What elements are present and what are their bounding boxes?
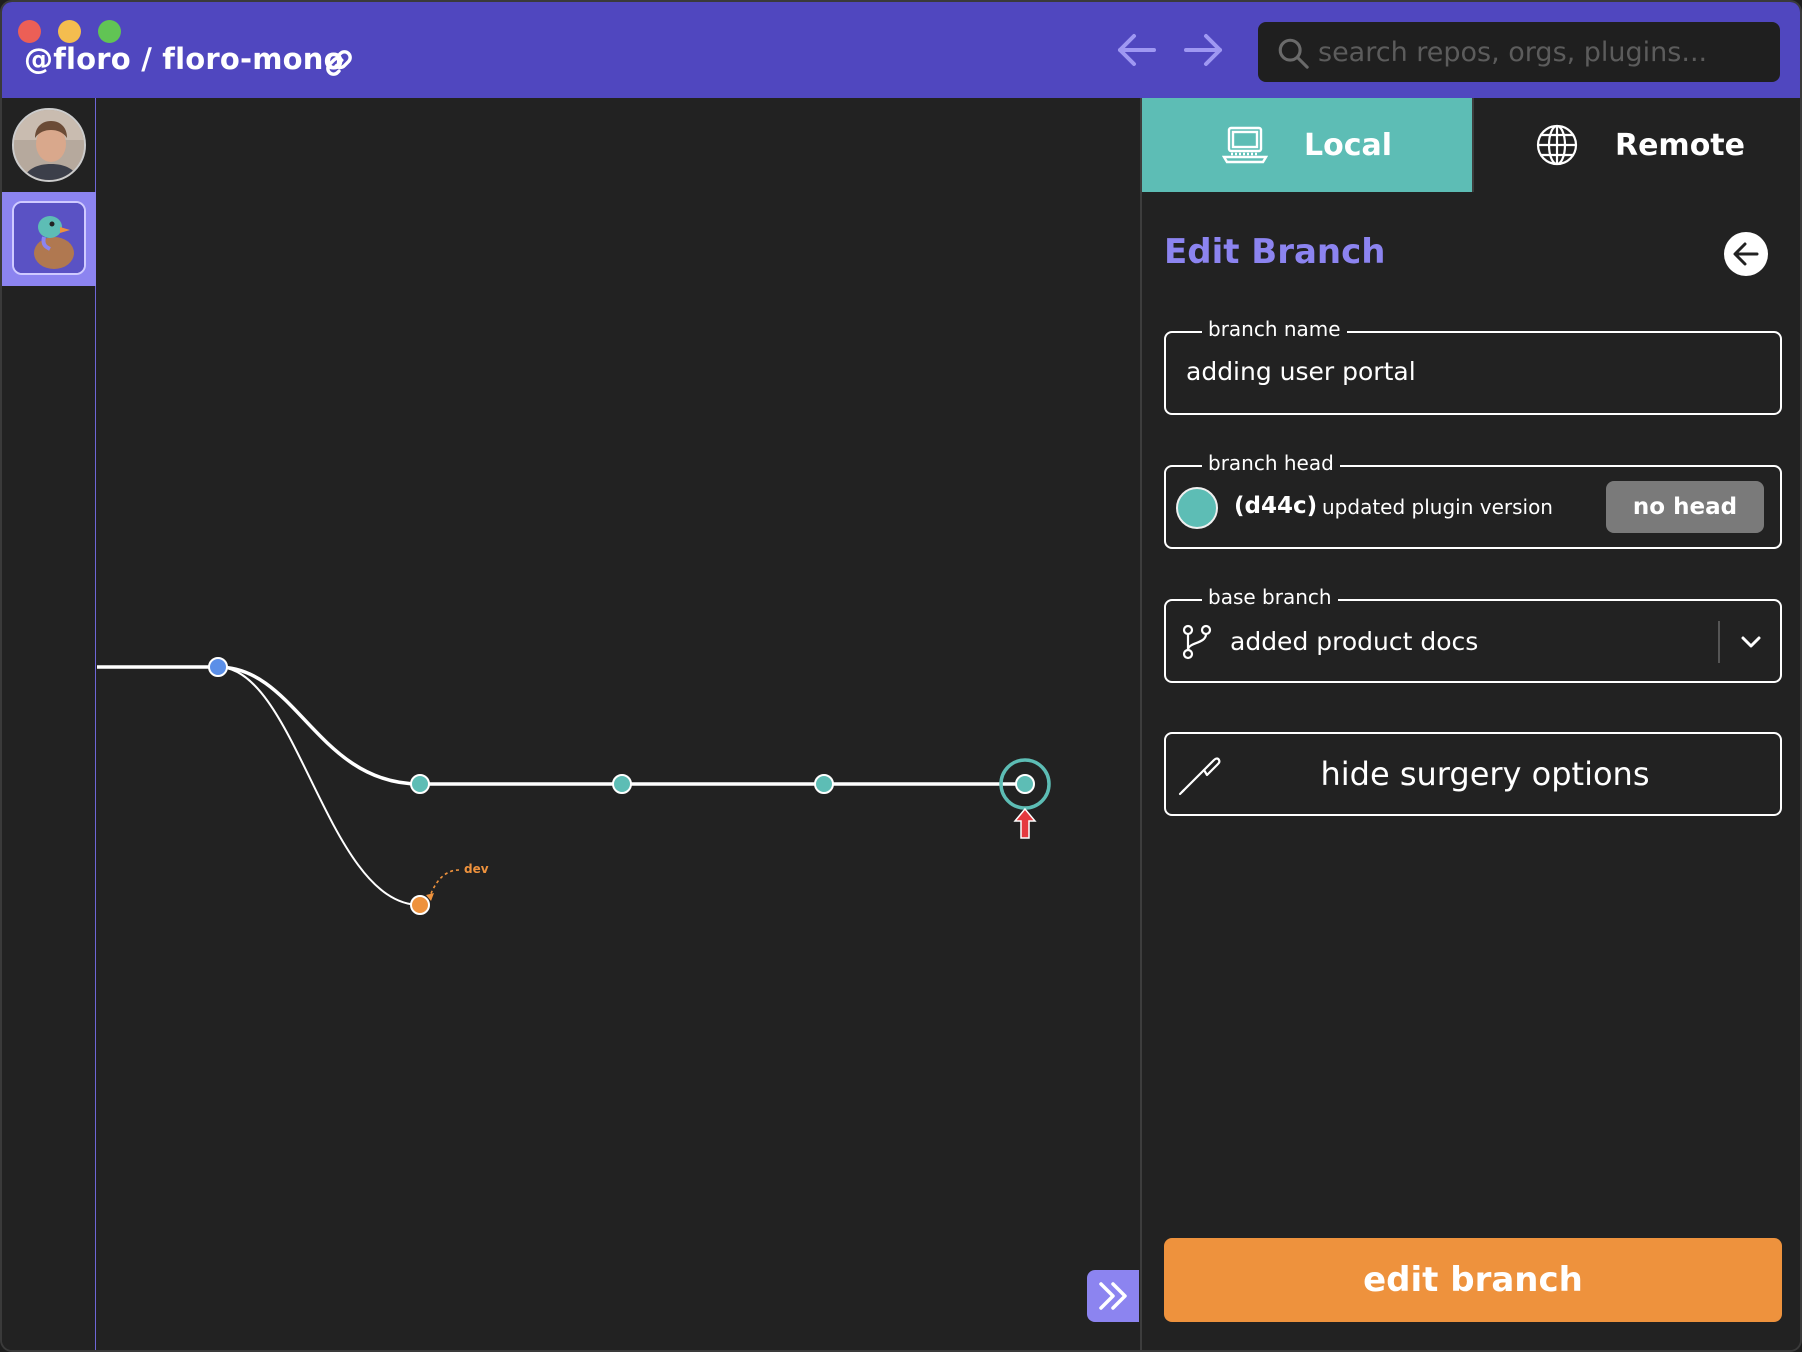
app-window: @floro / floro-mono search repos, orgs, … <box>0 0 1802 1352</box>
arrow-left-icon <box>1733 242 1759 266</box>
repo-nav-item[interactable] <box>2 192 96 286</box>
left-nav <box>2 98 96 1350</box>
user-avatar[interactable] <box>12 108 86 182</box>
globe-icon <box>1536 124 1578 166</box>
base-branch-value: added product docs <box>1230 627 1479 656</box>
graph-edge <box>217 665 421 786</box>
head-commit-message: updated plugin version <box>1322 495 1553 519</box>
double-chevron-right-icon <box>1099 1282 1127 1310</box>
panel-title: Edit Branch <box>1164 232 1386 272</box>
graph-edge <box>217 666 421 906</box>
base-branch-label: base branch <box>1202 585 1338 609</box>
commit-node[interactable] <box>208 657 228 677</box>
location-tabs: Local Remote <box>1142 98 1800 192</box>
minimize-window-button[interactable] <box>58 20 81 43</box>
head-commit-sha: (d44c) <box>1234 493 1318 519</box>
head-arrow-icon <box>1013 807 1037 839</box>
title-bar: @floro / floro-mono <box>2 2 1800 98</box>
duck-logo-icon <box>12 201 86 275</box>
back-arrow-icon[interactable] <box>1114 30 1158 70</box>
tab-local[interactable]: Local <box>1142 98 1472 192</box>
commit-graph[interactable]: dev <box>97 98 1139 1350</box>
zoom-window-button[interactable] <box>98 20 121 43</box>
commit-node-dev[interactable] <box>410 895 430 915</box>
repo-title[interactable]: @floro / floro-mono <box>24 42 344 76</box>
chevron-down-icon[interactable] <box>1736 627 1766 657</box>
branch-name-field[interactable]: branch name adding user portal <box>1164 317 1782 415</box>
commit-node-current[interactable] <box>1015 774 1035 794</box>
tab-remote-label: Remote <box>1614 127 1745 163</box>
search-input[interactable] <box>1318 30 1758 74</box>
select-divider <box>1718 621 1720 663</box>
close-window-button[interactable] <box>18 20 41 43</box>
commit-dot-icon <box>1176 487 1218 529</box>
surgery-options-button[interactable]: hide surgery options <box>1164 732 1782 816</box>
edit-branch-button[interactable]: edit branch <box>1164 1238 1782 1322</box>
search-icon <box>1278 38 1309 69</box>
commit-node[interactable] <box>410 774 430 794</box>
expand-panel-button[interactable] <box>1087 1270 1139 1322</box>
base-branch-select[interactable]: base branch added product docs <box>1164 585 1782 683</box>
branch-name-value[interactable]: adding user portal <box>1186 357 1416 386</box>
branch-pointer <box>429 869 460 897</box>
link-icon[interactable] <box>322 46 356 80</box>
git-branch-icon <box>1182 624 1212 660</box>
surgery-options-label: hide surgery options <box>1320 755 1650 793</box>
branch-label-dev[interactable]: dev <box>464 862 489 876</box>
commit-node[interactable] <box>612 774 632 794</box>
branch-head-field: branch head (d44c) updated plugin versio… <box>1164 451 1782 549</box>
laptop-icon <box>1221 126 1268 164</box>
tab-local-label: Local <box>1303 127 1393 163</box>
commit-node[interactable] <box>814 774 834 794</box>
branch-head-label: branch head <box>1202 451 1340 475</box>
commit-graph-svg: dev <box>97 657 1051 915</box>
no-head-button[interactable]: no head <box>1606 481 1764 533</box>
tab-remote[interactable]: Remote <box>1472 98 1800 192</box>
avatar-photo <box>14 110 84 180</box>
forward-arrow-icon[interactable] <box>1182 30 1226 70</box>
panel-back-button[interactable] <box>1724 232 1768 276</box>
side-panel: Local Remote Edit Branch branch name add… <box>1140 98 1800 1350</box>
search-box[interactable] <box>1258 22 1780 82</box>
branch-name-label: branch name <box>1202 317 1347 341</box>
